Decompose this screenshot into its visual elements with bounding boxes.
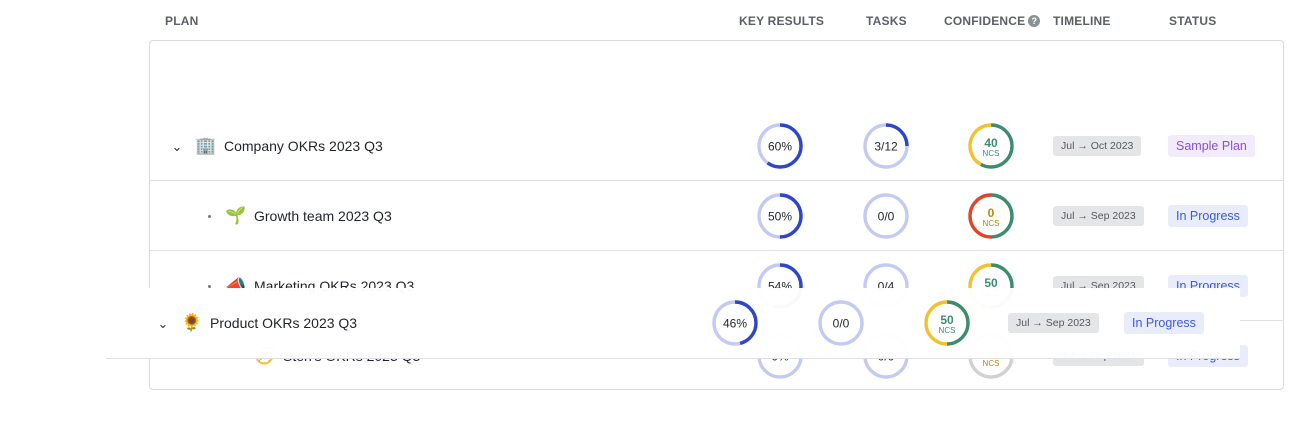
timeline-badge: Jul → Oct 2023 [1053,136,1142,156]
confidence-ring: 50NCS [924,300,970,346]
key-results-progress-ring: 50% [757,193,803,239]
chevron-down-icon[interactable]: ⌄ [156,317,170,331]
tasks-value: 0/0 [878,210,895,224]
column-header-confidence: CONFIDENCE? [944,14,1041,28]
timeline-badge: Jul → Sep 2023 [1053,206,1144,226]
confidence-unit: NCS [939,326,956,335]
tasks-progress-ring: 0/0 [863,193,909,239]
status-badge[interactable]: Sample Plan [1168,135,1255,157]
status-badge[interactable]: In Progress [1168,205,1248,227]
confidence-value: 40 [984,136,998,150]
key-results-progress-ring: 46% [712,300,758,346]
tasks-progress-ring: 3/12 [863,123,909,169]
confidence-ring: 0NCS [968,193,1014,239]
help-icon[interactable]: ? [1028,15,1041,27]
column-header-timeline: TIMELINE [1053,14,1111,28]
office-building-icon: 🏢 [195,136,217,156]
key-results-value: 50% [768,210,792,224]
confidence-value: 0 [988,206,995,220]
chevron-down-icon[interactable]: ⌄ [170,140,184,154]
bullet-dot [208,215,211,218]
key-results-value: 60% [768,140,792,154]
table-row[interactable]: 🌱 Growth team 2023 Q3 50% 0/0 0 NCS Jul →… [150,181,1283,251]
key-results-value: 46% [723,317,747,331]
confidence-unit: NCS [983,149,1000,158]
tasks-value: 3/12 [874,140,898,154]
confidence-ring: 40NCS [968,123,1014,169]
plan-name[interactable]: Growth team 2023 Q3 [254,206,392,226]
key-results-progress-ring: 60% [757,123,803,169]
tasks-progress-ring: 0/0 [818,300,864,346]
status-badge[interactable]: In Progress [1124,312,1204,334]
plan-name[interactable]: Product OKRs 2023 Q3 [210,313,357,333]
column-header-plan: PLAN [165,14,199,28]
timeline-badge: Jul → Sep 2023 [1008,313,1099,333]
plan-name[interactable]: Company OKRs 2023 Q3 [224,136,383,156]
confidence-unit: NCS [983,219,1000,228]
seedling-icon: 🌱 [225,206,247,226]
confidence-unit: NCS [983,359,1000,368]
dragging-row[interactable]: ⌄ 🌻 Product OKRs 2023 Q3 46% 0/0 50 NCS J… [106,288,1240,359]
column-header-key-results: KEY RESULTS [739,14,825,28]
column-header-tasks: TASKS [866,14,907,28]
column-header-confidence-label: CONFIDENCE [944,14,1026,28]
column-header-status: STATUS [1169,14,1217,28]
sunflower-icon: 🌻 [181,313,203,333]
confidence-value: 50 [940,313,954,327]
tasks-value: 0/0 [833,317,850,331]
table-row[interactable]: ⌄ 🏢 Company OKRs 2023 Q3 60% 3/12 40 NCS … [150,111,1283,181]
